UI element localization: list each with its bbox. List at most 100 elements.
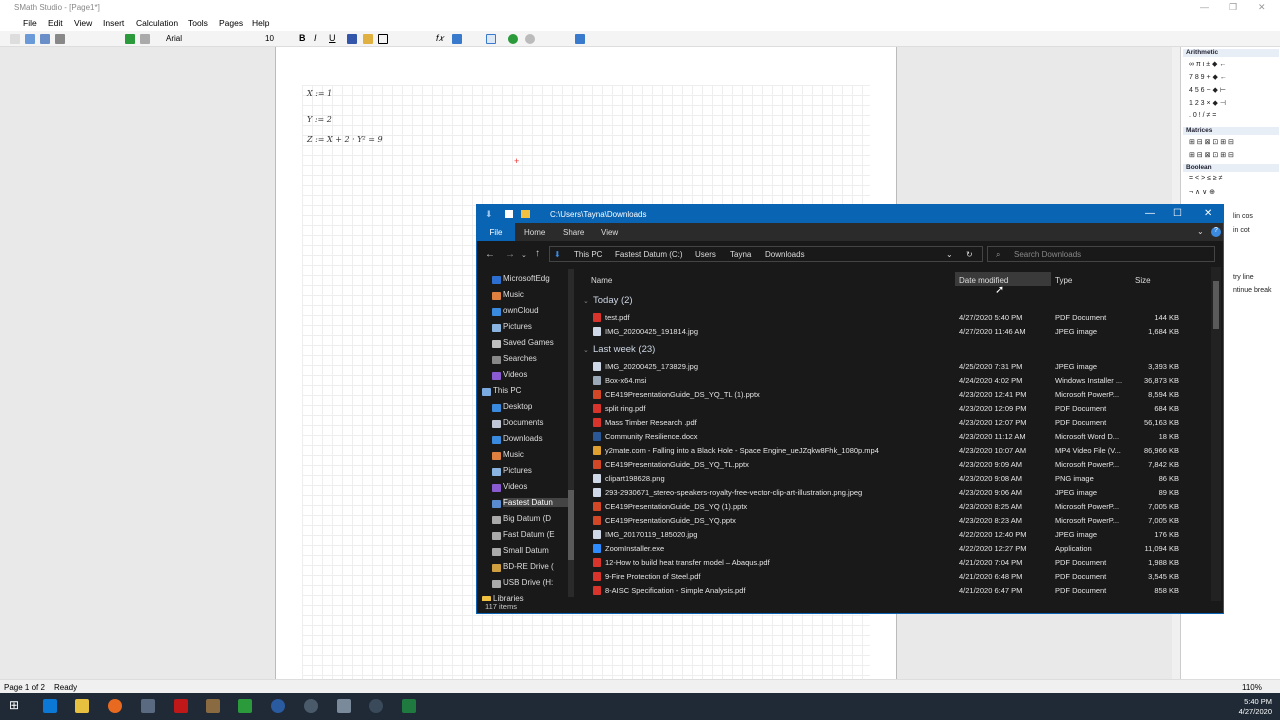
file-row[interactable]: Mass Timber Research .pdf 4/23/2020 12:07… <box>577 416 1197 430</box>
tab-view[interactable]: View <box>601 228 618 237</box>
nav-item[interactable]: Downloads <box>503 434 571 443</box>
menu-calculation[interactable]: Calculation <box>136 18 178 28</box>
nav-scroll-thumb[interactable] <box>568 490 574 560</box>
nav-item[interactable]: Big Datum (D <box>503 514 571 523</box>
arithmetic-row[interactable]: 1 2 3 × ◆ ⊣ <box>1189 99 1226 107</box>
arithmetic-row[interactable]: 4 5 6 − ◆ ⊢ <box>1189 86 1226 94</box>
nav-item[interactable]: Videos <box>503 370 571 379</box>
file-row[interactable]: Community Resilience.docx 4/23/2020 11:12… <box>577 430 1197 444</box>
redo-icon[interactable] <box>140 34 150 44</box>
tab-share[interactable]: Share <box>563 228 584 237</box>
file-row[interactable]: 293-2930671_stereo-speakers-royalty-free… <box>577 486 1197 500</box>
group-header[interactable]: Last week (23) <box>593 344 655 355</box>
refresh-icon[interactable]: ↻ <box>966 250 973 259</box>
refresh-icon[interactable] <box>508 34 518 44</box>
address-dropdown-icon[interactable]: ⌄ <box>946 250 953 259</box>
file-row[interactable]: split ring.pdf 4/23/2020 12:09 PM PDF Docu… <box>577 402 1197 416</box>
matrices-row[interactable]: ⊞ ⊟ ⊠ ⊡ ⊞ ⊟ <box>1189 151 1234 159</box>
nav-item[interactable]: ownCloud <box>503 306 571 315</box>
nav-item[interactable]: MicrosoftEdg <box>503 274 571 283</box>
nav-item[interactable]: Desktop <box>503 402 571 411</box>
maximize-icon[interactable]: ❐ <box>1229 2 1237 13</box>
file-row[interactable]: CE419PresentationGuide_DS_YQ_TL (1).pptx… <box>577 388 1197 402</box>
nav-item[interactable]: Fast Datum (E <box>503 530 571 539</box>
minimize-icon[interactable]: — <box>1145 208 1155 219</box>
nav-item[interactable]: This PC <box>493 386 561 395</box>
acrobat-icon[interactable] <box>174 699 188 713</box>
panel-programming-item[interactable]: ntinue break <box>1233 287 1272 294</box>
recent-chevron-icon[interactable]: ⌄ <box>521 251 527 259</box>
breadcrumb-users[interactable]: Users <box>695 250 716 259</box>
font-name-select[interactable]: Arial <box>166 34 182 43</box>
file-row[interactable]: 9-Fire Protection of Steel.pdf 4/21/2020 … <box>577 570 1197 584</box>
group-header[interactable]: Today (2) <box>593 295 633 306</box>
back-icon[interactable]: ← <box>485 249 495 260</box>
file-row[interactable]: clipart198628.png 4/23/2020 9:08 AM PNG im… <box>577 472 1197 486</box>
address-bar[interactable]: ⬇ This PC Fastest Datum (C:) Users Tayna… <box>549 246 983 262</box>
file-row[interactable]: IMG_20200425_173829.jpg 4/25/2020 7:31 PM… <box>577 360 1197 374</box>
nav-item[interactable]: BD-RE Drive ( <box>503 562 571 571</box>
open-icon[interactable] <box>25 34 35 44</box>
search-input[interactable]: Search Downloads <box>1014 250 1081 259</box>
h-app-icon[interactable] <box>238 699 252 713</box>
nav-item[interactable]: Pictures <box>503 466 571 475</box>
arithmetic-row[interactable]: ∞ π ι ± ◆ ← <box>1189 60 1226 68</box>
archive-icon[interactable] <box>206 699 220 713</box>
equation-x[interactable]: X := 1 <box>307 89 332 98</box>
nav-item[interactable]: Fastest Datun <box>503 498 571 507</box>
file-row[interactable]: CE419PresentationGuide_DS_YQ.pptx 4/23/20… <box>577 514 1197 528</box>
file-row[interactable]: Box-x64.msi 4/24/2020 4:02 PM Windows Inst… <box>577 374 1197 388</box>
zoom-level[interactable]: 110% <box>1242 683 1262 692</box>
browser-icon[interactable] <box>271 699 285 713</box>
save-icon[interactable] <box>40 34 50 44</box>
file-row[interactable]: CE419PresentationGuide_DS_YQ_TL.pptx 4/23… <box>577 458 1197 472</box>
file-row[interactable]: 8-AISC Specification - Simple Analysis.p… <box>577 584 1197 598</box>
file-row[interactable]: 12-How to build heat transfer model – Ab… <box>577 556 1197 570</box>
nav-item[interactable]: Music <box>503 450 571 459</box>
github-icon[interactable] <box>369 699 383 713</box>
file-row[interactable]: IMG_20170119_185020.jpg 4/22/2020 12:40 P… <box>577 528 1197 542</box>
debug-icon[interactable] <box>575 34 585 44</box>
smath-icon[interactable] <box>304 699 318 713</box>
menu-help[interactable]: Help <box>252 18 269 28</box>
equation-z[interactable]: Z := X + 2 · Y² = 9 <box>307 135 383 144</box>
nav-item[interactable]: Searches <box>503 354 571 363</box>
tab-home[interactable]: Home <box>524 228 545 237</box>
collapse-chevron-icon[interactable]: ⌄ <box>583 346 589 354</box>
menu-view[interactable]: View <box>74 18 92 28</box>
menu-tools[interactable]: Tools <box>188 18 208 28</box>
breadcrumb-this-pc[interactable]: This PC <box>574 250 602 259</box>
close-icon[interactable]: ✕ <box>1258 2 1266 13</box>
font-size-select[interactable]: 10 <box>265 34 274 43</box>
nav-item[interactable]: Music <box>503 290 571 299</box>
panel-matrices-title[interactable]: Matrices <box>1183 127 1279 135</box>
menu-insert[interactable]: Insert <box>103 18 124 28</box>
excel-icon[interactable] <box>402 699 416 713</box>
file-row[interactable]: test.pdf 4/27/2020 5:40 PM PDF Document 144… <box>577 311 1197 325</box>
file-row[interactable]: IMG_20200425_191814.jpg 4/27/2020 11:46 A… <box>577 325 1197 339</box>
file-explorer-icon[interactable] <box>75 699 89 713</box>
column-size[interactable]: Size <box>1135 276 1151 285</box>
chevron-down-icon[interactable]: ⌄ <box>1197 227 1204 236</box>
undo-icon[interactable] <box>125 34 135 44</box>
nav-item[interactable]: Videos <box>503 482 571 491</box>
file-row[interactable]: ZoomInstaller.exe 4/22/2020 12:27 PM Appli… <box>577 542 1197 556</box>
column-type[interactable]: Type <box>1055 276 1072 285</box>
tab-file[interactable]: File <box>477 223 515 241</box>
function-icon[interactable]: f𝑥 <box>436 33 444 44</box>
underline-button[interactable]: U <box>329 33 336 43</box>
collapse-chevron-icon[interactable]: ⌄ <box>583 297 589 305</box>
border-icon[interactable] <box>378 34 388 44</box>
nav-item[interactable]: Saved Games <box>503 338 571 347</box>
pen-icon[interactable] <box>337 699 351 713</box>
stop-icon[interactable] <box>525 34 535 44</box>
arithmetic-row[interactable]: . 0 ! / ≠ = <box>1189 112 1216 119</box>
minimize-icon[interactable]: — <box>1200 2 1209 12</box>
list-scroll-thumb[interactable] <box>1213 281 1219 329</box>
nav-item[interactable]: Pictures <box>503 322 571 331</box>
nav-item[interactable]: Documents <box>503 418 571 427</box>
column-name[interactable]: Name <box>591 276 612 285</box>
edge-icon[interactable] <box>43 699 57 713</box>
equation-y[interactable]: Y := 2 <box>307 115 332 124</box>
breadcrumb-downloads[interactable]: Downloads <box>765 250 805 259</box>
